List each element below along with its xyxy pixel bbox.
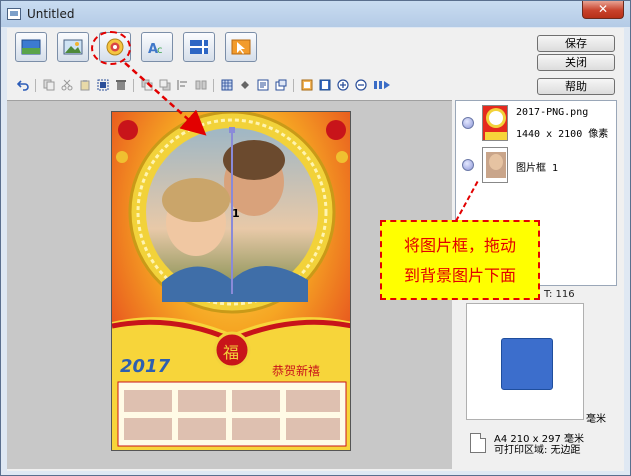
toolbar-separator — [133, 79, 134, 92]
preview-page-box — [501, 338, 553, 390]
paper-size: A4 210 x 297 毫米 — [494, 434, 585, 445]
line-icon — [190, 40, 208, 54]
svg-text:c: c — [157, 45, 163, 56]
layer-visibility-toggle[interactable] — [462, 117, 474, 129]
unit-label: 毫米 — [586, 414, 606, 425]
align-icon[interactable] — [177, 79, 189, 91]
copy-icon[interactable] — [43, 79, 55, 91]
page-preview — [466, 303, 584, 420]
properties-icon[interactable] — [257, 79, 269, 91]
window-title: Untitled — [27, 7, 75, 21]
pointer-icon — [231, 39, 251, 55]
layer-item-picture-frame[interactable]: 图片框 1 — [460, 145, 614, 185]
window-icon[interactable] — [275, 79, 287, 91]
print-area: 可打印区域: 无边距 — [494, 445, 581, 456]
layer-name: 2017-PNG.png — [516, 107, 589, 118]
next-page-icon[interactable] — [373, 79, 391, 91]
poster-badge: 福 — [223, 343, 240, 362]
paper-icon — [470, 433, 486, 453]
fill-icon[interactable] — [239, 79, 251, 91]
grid-icon[interactable] — [221, 79, 233, 91]
send-backward-icon[interactable] — [159, 79, 171, 91]
layer-size: 1440 x 2100 像素 — [516, 129, 609, 140]
poster-year: 2017 — [120, 356, 171, 377]
text-tool-button[interactable]: Ac — [141, 32, 173, 62]
poster-greeting: 恭贺新禧 — [272, 364, 321, 378]
paper-info: A4 210 x 297 毫米 可打印区域: 无边距 — [494, 434, 584, 456]
distribute-icon[interactable] — [195, 79, 207, 91]
save-button[interactable]: 保存 — [537, 35, 615, 52]
highlight-circle — [91, 31, 131, 65]
undo-icon[interactable] — [17, 79, 29, 91]
cut-icon[interactable] — [61, 79, 73, 91]
text-icon: Ac — [148, 42, 163, 56]
frame-number: 1 — [232, 207, 240, 220]
layer-thumbnail — [482, 105, 508, 141]
close-button[interactable]: 关闭 — [537, 54, 615, 71]
zoom-in-icon[interactable] — [337, 79, 349, 91]
layer-name: 图片框 1 — [516, 163, 559, 174]
main-area: Ac 保存 关闭 帮助 1 福 2017 恭贺新禧 2017-PNG.png 1… — [7, 28, 624, 471]
select-all-icon[interactable] — [97, 79, 109, 91]
layer-thumbnail — [482, 147, 508, 183]
bring-forward-icon[interactable] — [141, 79, 153, 91]
help-button[interactable]: 帮助 — [537, 78, 615, 95]
zoom-out-icon[interactable] — [355, 79, 367, 91]
toolbar-separator — [293, 79, 294, 92]
delete-icon[interactable] — [115, 79, 127, 91]
line-tool-button[interactable] — [183, 32, 215, 62]
calendar-poster[interactable]: 1 福 2017 恭贺新禧 — [111, 111, 351, 451]
title-bar[interactable]: Untitled ✕ — [1, 1, 630, 27]
callout-line-2: 到背景图片下面 — [403, 266, 516, 285]
photo-icon — [63, 39, 83, 55]
select-tool-button[interactable] — [225, 32, 257, 62]
layer-item-background[interactable]: 2017-PNG.png 1440 x 2100 像素 — [460, 103, 614, 143]
layer-visibility-toggle[interactable] — [462, 159, 474, 171]
background-tool-button[interactable] — [15, 32, 47, 62]
toolbar-separator — [213, 79, 214, 92]
close-window-button[interactable]: ✕ — [582, 1, 624, 19]
toolbar-separator — [35, 79, 36, 92]
paste-icon[interactable] — [79, 79, 91, 91]
page-setup-icon[interactable] — [301, 79, 313, 91]
app-icon — [7, 8, 21, 20]
callout-line-1: 将图片框，拖动 — [403, 236, 516, 255]
page-view-icon[interactable] — [319, 79, 331, 91]
instruction-callout: 将图片框，拖动 到背景图片下面 — [380, 220, 540, 300]
coordinate-readout: T: 116 — [544, 289, 575, 300]
edit-toolbar — [13, 76, 533, 96]
app-window: Untitled ✕ Ac 保存 关闭 帮助 1 福 2017 恭贺新禧 201… — [0, 0, 631, 476]
background-icon — [21, 39, 41, 55]
image-tool-button[interactable] — [57, 32, 89, 62]
